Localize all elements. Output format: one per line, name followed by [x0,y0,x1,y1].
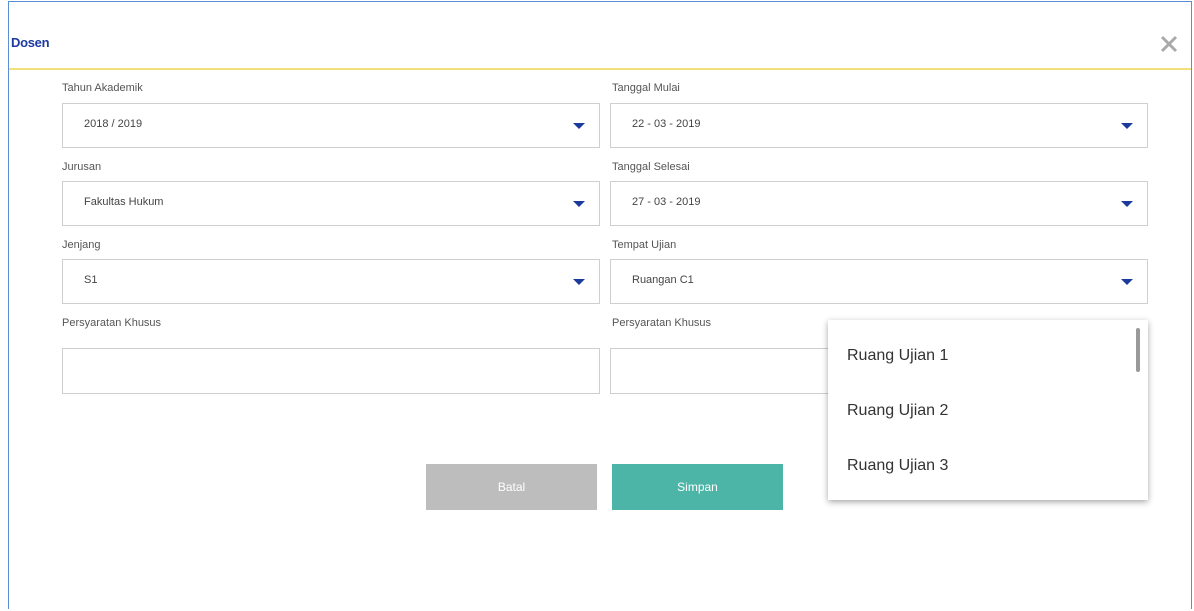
modal-title: Dosen [11,35,50,50]
label-tahun-akademik: Tahun Akademik [62,82,143,94]
chevron-down-icon [573,201,585,207]
jurusan-select[interactable]: Fakultas Hukum [62,181,600,226]
tahun-akademik-select[interactable]: 2018 / 2019 [62,103,600,148]
select-value: 27 - 03 - 2019 [632,196,701,208]
dropdown-item[interactable]: Ruang Ujian 1 [847,347,948,365]
label-tanggal-selesai: Tanggal Selesai [612,161,690,173]
save-button[interactable]: Simpan [612,464,783,510]
select-value: 22 - 03 - 2019 [632,118,701,130]
label-jenjang: Jenjang [62,239,101,251]
modal-header: Dosen [9,2,1191,70]
label-persyaratan-khusus-left: Persyaratan Khusus [62,317,162,329]
label-persyaratan-khusus-right: Persyaratan Khusus [612,317,712,329]
chevron-down-icon [573,123,585,129]
chevron-down-icon [1121,123,1133,129]
label-jurusan: Jurusan [62,161,102,173]
tempat-ujian-dropdown-menu: Ruang Ujian 1 Ruang Ujian 2 Ruang Ujian … [828,320,1148,500]
persyaratan-khusus-input-left[interactable] [62,348,600,394]
close-icon[interactable] [1159,34,1179,54]
jenjang-select[interactable]: S1 [62,259,600,304]
modal-dialog: Dosen [8,1,1192,609]
chevron-down-icon [573,279,585,285]
label-tanggal-mulai: Tanggal Mulai [612,82,680,94]
tempat-ujian-select[interactable]: Ruangan C1 [610,259,1148,304]
chevron-down-icon [1121,279,1133,285]
select-value: Fakultas Hukum [84,196,164,208]
chevron-down-icon [1121,201,1133,207]
select-value: S1 [84,274,98,286]
cancel-button[interactable]: Batal [426,464,597,510]
select-value: Ruangan C1 [632,274,694,286]
dropdown-item[interactable]: Ruang Ujian 2 [847,402,948,420]
dropdown-item[interactable]: Ruang Ujian 3 [847,457,948,475]
select-value: 2018 / 2019 [84,118,143,130]
tanggal-mulai-select[interactable]: 22 - 03 - 2019 [610,103,1148,148]
scrollbar-thumb[interactable] [1136,328,1140,372]
label-tempat-ujian: Tempat Ujian [612,239,677,251]
tanggal-selesai-select[interactable]: 27 - 03 - 2019 [610,181,1148,226]
